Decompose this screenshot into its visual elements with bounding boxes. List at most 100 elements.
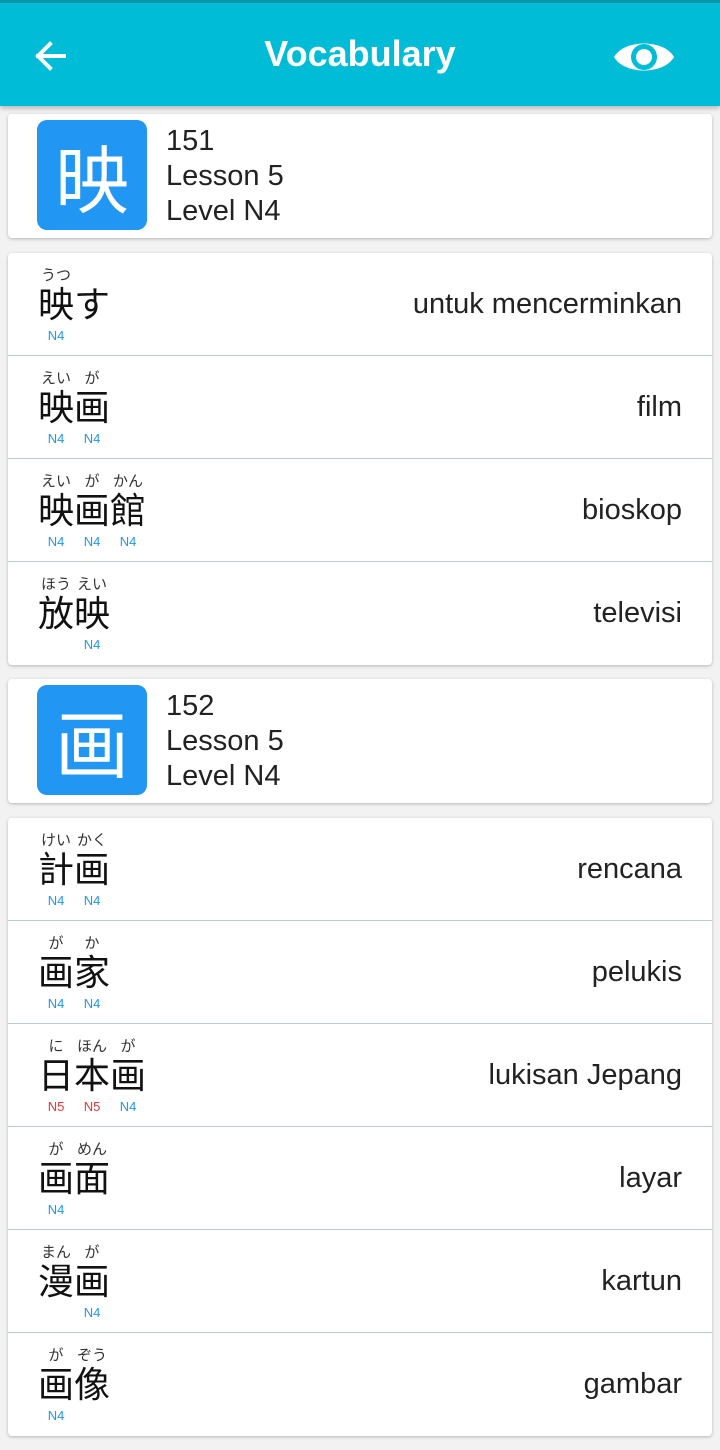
vocab-char: かん館 N4 xyxy=(110,471,146,551)
vocab-meaning: film xyxy=(636,390,682,423)
furigana: が xyxy=(120,1037,136,1055)
vocab-list-152: けい計 N4 かく画 N4 rencana が画 N4 か家 N4 pelukis に日 N5 ほん本 N… xyxy=(8,818,712,1436)
vocab-word: えい映 N4 が画 N4 xyxy=(38,368,110,448)
vocab-row[interactable]: ほう放えい映 N4 televisi xyxy=(8,562,712,665)
vocab-char: まん漫 xyxy=(38,1242,74,1322)
app-bar: Vocabulary xyxy=(0,0,720,106)
furigana: まん xyxy=(40,1243,71,1261)
vocab-word: えい映 N4 が画 N4 かん館 N4 xyxy=(38,471,146,551)
vocab-char: めん面 xyxy=(74,1139,110,1219)
furigana: が xyxy=(48,934,64,952)
kanji-char: 画 xyxy=(74,388,111,429)
furigana: が xyxy=(84,1243,100,1261)
vocab-meaning: untuk mencerminkan xyxy=(412,287,682,320)
kanji-char: 日 xyxy=(38,1056,75,1097)
vocab-char: えい映 N4 xyxy=(74,574,110,654)
vocab-meaning: kartun xyxy=(601,1264,682,1297)
kanji-char: 画 xyxy=(38,1365,75,1406)
furigana: が xyxy=(48,1140,64,1158)
furigana: うつ xyxy=(40,266,71,284)
furigana: が xyxy=(84,369,100,387)
vocab-word: まん漫が画 N4 xyxy=(38,1242,110,1322)
vocab-char: が画 N4 xyxy=(74,1242,110,1322)
jlpt-level-badge: N4 xyxy=(83,996,101,1011)
furigana: が xyxy=(84,472,100,490)
jlpt-level-badge: N4 xyxy=(47,996,65,1011)
furigana: ぞう xyxy=(76,1346,107,1364)
kanji-char: 計 xyxy=(38,850,75,891)
vocab-char: す xyxy=(74,265,110,345)
vocab-meaning: televisi xyxy=(593,597,682,629)
vocab-char: ほん本 N5 xyxy=(74,1036,110,1116)
kanji-char: す xyxy=(74,285,111,326)
kanji-info: 151 Lesson 5 Level N4 xyxy=(166,124,284,229)
kanji-number: 152 xyxy=(166,690,215,722)
furigana: ほう xyxy=(40,575,71,593)
jlpt-level-badge: N4 xyxy=(47,1202,65,1217)
jlpt-level-badge: N4 xyxy=(83,637,101,652)
vocab-char: が画 N4 xyxy=(74,471,110,551)
kanji-char: 本 xyxy=(74,1056,111,1097)
jlpt-level-badge: N4 xyxy=(83,893,101,908)
kanji-char: 像 xyxy=(74,1365,111,1406)
vocab-char: かく画 N4 xyxy=(74,830,110,910)
kanji-tile: 画 xyxy=(37,685,147,795)
jlpt-level-badge: N4 xyxy=(119,534,137,549)
kanji-char: 映 xyxy=(74,594,111,635)
kanji-char: 映 xyxy=(38,285,75,326)
vocab-row[interactable]: うつ映 N4 す untuk mencerminkan xyxy=(8,253,712,356)
vocab-row[interactable]: えい映 N4 が画 N4 かん館 N4 bioskop xyxy=(8,459,712,562)
jlpt-level-badge: N4 xyxy=(47,328,65,343)
kanji-char: 面 xyxy=(74,1159,111,1200)
kanji-char: 画 xyxy=(74,491,111,532)
vocab-char: うつ映 N4 xyxy=(38,265,74,345)
vocab-row[interactable]: えい映 N4 が画 N4 film xyxy=(8,356,712,459)
vocab-char: が画 N4 xyxy=(38,1139,74,1219)
vocab-row[interactable]: に日 N5 ほん本 N5 が画 N4 lukisan Jepang xyxy=(8,1024,712,1127)
eye-icon[interactable] xyxy=(612,33,676,81)
vocab-char: えい映 N4 xyxy=(38,471,74,551)
kanji-char: 映 xyxy=(38,388,75,429)
vocab-word: が画 N4 めん面 xyxy=(38,1139,110,1219)
kanji-lesson: Lesson 5 xyxy=(166,160,284,192)
furigana: かく xyxy=(76,831,107,849)
furigana: に xyxy=(48,1037,64,1055)
jlpt-level-badge: N5 xyxy=(83,1099,101,1114)
jlpt-level-badge: N4 xyxy=(83,431,101,446)
furigana: けい xyxy=(40,831,71,849)
vocab-word: うつ映 N4 す xyxy=(38,265,110,345)
kanji-char: 映 xyxy=(38,491,75,532)
furigana: めん xyxy=(76,1140,107,1158)
kanji-lesson: Lesson 5 xyxy=(166,725,284,757)
vocab-meaning: gambar xyxy=(583,1368,682,1400)
furigana: が xyxy=(48,1346,64,1364)
vocab-row[interactable]: が画 N4 ぞう像 gambar xyxy=(8,1333,712,1436)
kanji-number: 151 xyxy=(166,125,215,157)
vocab-word: ほう放えい映 N4 xyxy=(38,574,110,654)
jlpt-level-badge: N4 xyxy=(47,431,65,446)
kanji-level: Level N4 xyxy=(166,195,281,227)
vocab-row[interactable]: けい計 N4 かく画 N4 rencana xyxy=(8,818,712,921)
vocab-char: に日 N5 xyxy=(38,1036,74,1116)
vocab-row[interactable]: まん漫が画 N4 kartun xyxy=(8,1230,712,1333)
vocab-list-151: うつ映 N4 す untuk mencerminkan えい映 N4 が画 N4 film えい映… xyxy=(8,253,712,665)
kanji-header-card-152[interactable]: 画 152 Lesson 5 Level N4 xyxy=(8,679,712,803)
kanji-char: 家 xyxy=(74,953,111,994)
vocab-char: が画 N4 xyxy=(38,933,74,1013)
vocab-char: けい計 N4 xyxy=(38,830,74,910)
kanji-header-card-151[interactable]: 映 151 Lesson 5 Level N4 xyxy=(8,114,712,238)
kanji-char: 漫 xyxy=(38,1262,75,1303)
vocab-char: ぞう像 xyxy=(74,1345,110,1425)
kanji-level: Level N4 xyxy=(166,760,281,792)
furigana: えい xyxy=(40,472,71,490)
jlpt-level-badge: N4 xyxy=(47,893,65,908)
jlpt-level-badge: N4 xyxy=(47,1408,65,1423)
kanji-char: 放 xyxy=(38,594,75,635)
vocab-row[interactable]: が画 N4 か家 N4 pelukis xyxy=(8,921,712,1024)
vocab-row[interactable]: が画 N4 めん面 layar xyxy=(8,1127,712,1230)
furigana: えい xyxy=(76,575,107,593)
furigana: ほん xyxy=(76,1037,107,1055)
vocab-char: が画 N4 xyxy=(74,368,110,448)
kanji-char: 館 xyxy=(110,491,147,532)
vocab-char: か家 N4 xyxy=(74,933,110,1013)
